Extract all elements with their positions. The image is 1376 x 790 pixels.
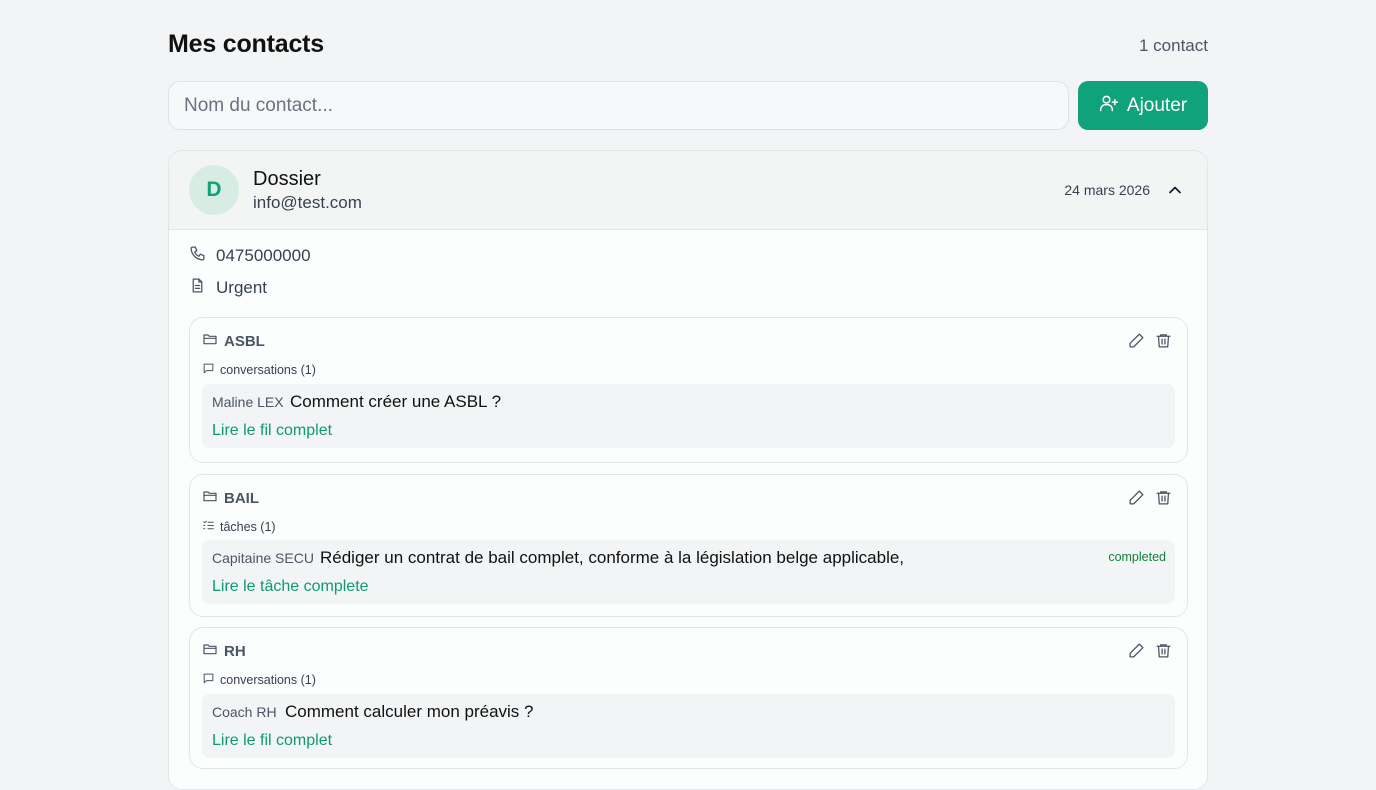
folder-title: ASBL xyxy=(202,331,265,351)
section-label: conversations (1) xyxy=(220,673,316,687)
contact-card: D Dossier info@test.com 24 mars 2026 047… xyxy=(168,150,1208,790)
add-button-label: Ajouter xyxy=(1126,94,1188,116)
folder-title: RH xyxy=(202,641,246,661)
folder-title-label: BAIL xyxy=(224,489,259,507)
edit-icon[interactable] xyxy=(1128,642,1145,659)
item-text: Rédiger un contrat de bail complet, conf… xyxy=(320,548,905,567)
phone-icon xyxy=(189,245,206,267)
item-author: Coach RH xyxy=(212,704,277,720)
folder-title: BAIL xyxy=(202,488,259,508)
folder-actions xyxy=(1128,332,1172,349)
section-tasks: tâches (1) xyxy=(202,519,276,535)
document-icon xyxy=(189,277,206,299)
add-contact-button[interactable]: Ajouter xyxy=(1078,81,1208,130)
contact-name: Dossier xyxy=(253,168,321,190)
user-plus-icon xyxy=(1099,93,1119,119)
folder-rh: RH conversations (1) Coach RH Comment ca… xyxy=(189,627,1188,769)
contact-note: Urgent xyxy=(216,278,268,297)
read-thread-link[interactable]: Lire le fil complet xyxy=(212,422,332,440)
edit-icon[interactable] xyxy=(1128,332,1145,349)
page-header: Mes contacts 1 contact xyxy=(168,30,1208,62)
section-label: conversations (1) xyxy=(220,363,316,377)
edit-icon[interactable] xyxy=(1128,489,1145,506)
contact-note-row: Urgent xyxy=(189,277,267,299)
conversation-item: Maline LEX Comment créer une ASBL ? Lire… xyxy=(202,384,1175,448)
folder-actions xyxy=(1128,489,1172,506)
contact-email: info@test.com xyxy=(253,193,362,212)
read-task-link[interactable]: Lire le tâche complete xyxy=(212,578,369,596)
contact-count: 1 contact xyxy=(1139,36,1208,55)
item-author: Capitaine SECU xyxy=(212,550,314,566)
item-text: Comment créer une ASBL ? xyxy=(290,392,502,411)
item-text: Comment calculer mon préavis ? xyxy=(285,702,534,721)
folder-asbl: ASBL conversations (1) Maline LEX Commen… xyxy=(189,317,1188,463)
trash-icon[interactable] xyxy=(1155,642,1172,659)
message-icon xyxy=(202,672,215,688)
section-label: tâches (1) xyxy=(220,520,276,534)
folder-icon xyxy=(202,488,218,508)
conversation-item: Coach RH Comment calculer mon préavis ? … xyxy=(202,694,1175,758)
page-title: Mes contacts xyxy=(168,30,324,58)
section-conversations: conversations (1) xyxy=(202,672,316,688)
task-item: Capitaine SECU Rédiger un contrat de bai… xyxy=(202,540,1175,604)
section-conversations: conversations (1) xyxy=(202,362,316,378)
folder-actions xyxy=(1128,642,1172,659)
avatar: D xyxy=(189,165,239,215)
contact-name-input[interactable] xyxy=(168,81,1069,130)
read-thread-link[interactable]: Lire le fil complet xyxy=(212,732,332,750)
message-icon xyxy=(202,362,215,378)
contact-card-header[interactable]: D Dossier info@test.com 24 mars 2026 xyxy=(169,151,1207,230)
folder-icon xyxy=(202,641,218,661)
folder-icon xyxy=(202,331,218,351)
item-author: Maline LEX xyxy=(212,394,284,410)
folder-bail: BAIL tâches (1) Capitaine SECU Rédiger u… xyxy=(189,474,1188,617)
status-badge: completed xyxy=(1108,550,1166,564)
contact-phone-row: 0475000000 xyxy=(189,245,311,267)
folder-title-label: ASBL xyxy=(224,332,265,350)
contact-phone: 0475000000 xyxy=(216,246,311,265)
task-list-icon xyxy=(202,519,215,535)
contact-date: 24 mars 2026 xyxy=(1064,182,1150,198)
chevron-up-icon[interactable] xyxy=(1165,180,1185,200)
trash-icon[interactable] xyxy=(1155,332,1172,349)
trash-icon[interactable] xyxy=(1155,489,1172,506)
folder-title-label: RH xyxy=(224,642,246,660)
